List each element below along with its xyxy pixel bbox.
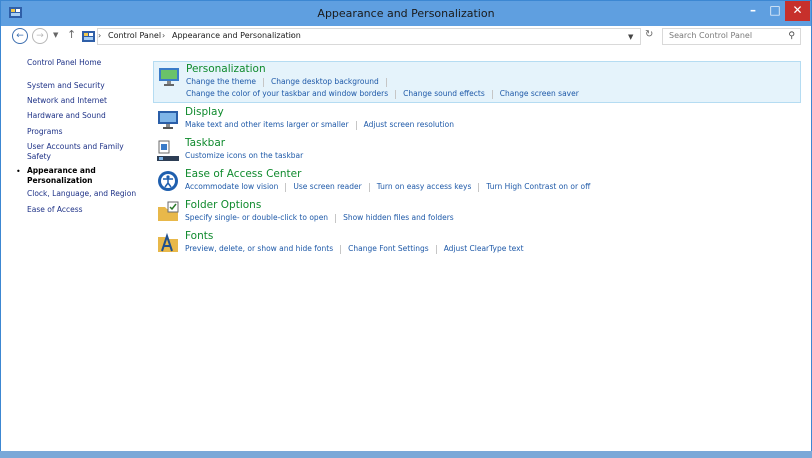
minimize-button[interactable]: – [742,1,764,21]
refresh-icon[interactable]: ↻ [645,29,653,40]
link-separator [435,244,437,254]
category-links: Make text and other items larger or smal… [185,120,454,130]
display-icon [158,111,178,129]
category-links: Specify single- or double-click to open S… [185,213,454,223]
taskbar-icon [157,140,179,161]
ease-of-access-icon [158,171,178,191]
search-input[interactable]: Search Control Panel [669,31,752,40]
link-change-sound-effects[interactable]: Change sound effects [403,89,485,98]
close-button[interactable]: ✕ [785,1,810,21]
category-links: Preview, delete, or show and hide fonts C… [185,244,524,254]
window-title: Appearance and Personalization [317,7,495,20]
sidebar-item-user-accounts[interactable]: User Accounts and Family Safety [27,142,131,162]
address-bar[interactable]: › Control Panel › Appearance and Persona… [82,28,641,45]
link-separator [385,77,387,87]
sidebar-item-clock-language-region[interactable]: Clock, Language, and Region [27,189,145,199]
link-adjust-screen-resolution[interactable]: Adjust screen resolution [364,120,454,129]
category-title[interactable]: Taskbar [185,137,225,149]
maximize-button[interactable]: □ [764,1,786,21]
folder-options-icon [158,201,179,221]
link-separator [491,89,493,99]
sidebar-item-system-security[interactable]: System and Security [27,81,145,91]
link-adjust-cleartype[interactable]: Adjust ClearType text [444,244,524,253]
link-separator [368,182,370,192]
link-change-taskbar-color[interactable]: Change the color of your taskbar and win… [186,89,388,98]
category-taskbar: Taskbar Customize icons on the taskbar [153,136,801,164]
link-separator [355,120,357,130]
personalization-icon [159,68,179,86]
link-preview-fonts[interactable]: Preview, delete, or show and hide fonts [185,244,333,253]
link-separator [335,213,337,223]
link-use-screen-reader[interactable]: Use screen reader [293,182,361,191]
sidebar-item-hardware-sound[interactable]: Hardware and Sound [27,111,145,121]
breadcrumb-separator-icon[interactable]: › [290,31,293,40]
link-make-text-larger[interactable]: Make text and other items larger or smal… [185,120,349,129]
current-item-bullet-icon: • [16,167,21,176]
link-separator [263,77,265,87]
link-high-contrast[interactable]: Turn High Contrast on or off [486,182,590,191]
link-separator [478,182,480,192]
category-title[interactable]: Ease of Access Center [185,168,301,180]
sidebar-item-programs[interactable]: Programs [27,127,145,137]
link-change-desktop-background[interactable]: Change desktop background [271,77,379,86]
sidebar-item-network-internet[interactable]: Network and Internet [27,96,145,106]
taskbar-edge [0,451,812,458]
category-personalization[interactable]: Personalization Change the theme Change d… [153,61,801,103]
sidebar-item-appearance-current: Appearance and Personalization [27,166,96,185]
link-separator [395,89,397,99]
link-change-theme[interactable]: Change the theme [186,77,256,86]
category-title[interactable]: Display [185,106,224,118]
category-title[interactable]: Personalization [186,63,266,75]
category-ease-of-access: Ease of Access Center Accommodate low vi… [153,167,801,195]
title-bar[interactable]: Appearance and Personalization – □ ✕ [1,1,811,26]
back-arrow-icon[interactable]: ← [12,28,28,44]
recent-locations-chevron-icon[interactable]: ▼ [53,31,58,39]
search-box[interactable]: Search Control Panel ⚲ [662,28,801,45]
category-title[interactable]: Folder Options [185,199,261,211]
up-arrow-icon[interactable]: ↑ [67,28,76,41]
address-dropdown-chevron-icon[interactable]: ▼ [628,33,633,41]
category-links: Change the color of your taskbar and win… [186,89,579,99]
category-links: Customize icons on the taskbar [185,151,303,160]
link-easy-access-keys[interactable]: Turn on easy access keys [377,182,472,191]
breadcrumb-separator-icon[interactable]: › [162,31,165,40]
control-panel-location-icon [82,31,95,42]
breadcrumb-separator-icon: › [98,31,102,40]
fonts-icon [158,232,178,252]
breadcrumb-appearance[interactable]: Appearance and Personalization [172,31,301,40]
search-icon[interactable]: ⚲ [788,31,795,41]
category-title[interactable]: Fonts [185,230,213,242]
link-change-screen-saver[interactable]: Change screen saver [500,89,579,98]
main-content: Personalization Change the theme Change d… [153,48,805,448]
category-links: Accommodate low vision Use screen reader T… [185,182,590,192]
navigation-bar: ← → ▼ ↑ › Control Panel › Appearance and… [1,26,811,48]
sidebar-item-ease-of-access[interactable]: Ease of Access [27,205,145,215]
forward-arrow-icon[interactable]: → [32,28,48,44]
category-links: Change the theme Change desktop backgroun… [186,77,394,87]
link-single-double-click[interactable]: Specify single- or double-click to open [185,213,328,222]
link-change-font-settings[interactable]: Change Font Settings [348,244,429,253]
link-separator [340,244,342,254]
category-fonts: Fonts Preview, delete, or show and hide … [153,229,801,257]
link-show-hidden-files[interactable]: Show hidden files and folders [343,213,454,222]
link-separator [285,182,287,192]
sidebar-item-control-panel-home[interactable]: Control Panel Home [27,58,145,68]
category-folder-options: Folder Options Specify single- or double… [153,198,801,226]
breadcrumb-control-panel[interactable]: Control Panel [108,31,161,40]
sidebar: Control Panel Home System and Security N… [1,48,151,448]
category-display: Display Make text and other items larger… [153,105,801,133]
control-panel-window: Appearance and Personalization – □ ✕ ← →… [0,0,812,458]
link-customize-taskbar-icons[interactable]: Customize icons on the taskbar [185,151,303,160]
link-accommodate-low-vision[interactable]: Accommodate low vision [185,182,278,191]
